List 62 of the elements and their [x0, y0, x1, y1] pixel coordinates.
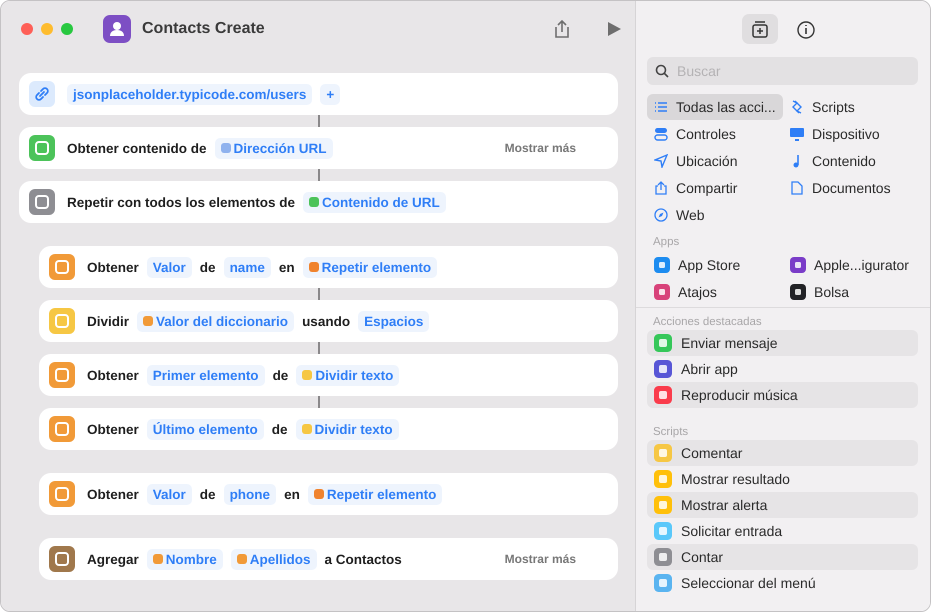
category-icon	[654, 127, 668, 141]
action-item[interactable]: Mostrar alerta	[647, 492, 918, 518]
category-icon	[654, 100, 668, 114]
share-icon	[553, 19, 571, 39]
action-text: usando	[302, 314, 350, 328]
category-item[interactable]: Todas las acci...	[647, 94, 783, 120]
category-item[interactable]: Web	[647, 202, 783, 228]
app-item[interactable]: Apple...igurator	[783, 252, 918, 278]
show-more-link[interactable]: Mostrar más	[504, 552, 576, 566]
section-heading: Acciones destacadas	[653, 316, 763, 328]
action-text: en	[278, 260, 295, 274]
action-item[interactable]: Solicitar entrada	[647, 518, 918, 544]
action-text: de	[200, 260, 216, 274]
window-control-button[interactable]	[61, 23, 73, 35]
category-item[interactable]: Scripts	[783, 94, 918, 120]
category-item[interactable]: Dispositivo	[783, 121, 918, 147]
section-heading: Apps	[653, 236, 680, 248]
plus-box-icon	[750, 18, 770, 40]
app-item[interactable]: App Store	[647, 252, 783, 278]
action-text: Agregar	[87, 552, 139, 566]
action-text: de	[272, 422, 288, 436]
window-control-button[interactable]	[41, 23, 53, 35]
play-icon	[607, 21, 621, 37]
action-text: de	[200, 486, 216, 502]
category-icon	[654, 181, 668, 195]
action-item[interactable]: Comentar	[647, 440, 918, 466]
action-text: Repetir con todos los elementos de	[67, 194, 296, 210]
action-item[interactable]: Contar	[647, 544, 918, 570]
action-text: Obtener contenido de	[67, 140, 207, 156]
action-text: Obtener	[87, 368, 139, 382]
action-text: de	[272, 368, 288, 382]
category-item[interactable]: Ubicación	[647, 148, 783, 174]
action-text: en	[284, 486, 300, 502]
action-item[interactable]: Reproducir música	[647, 382, 918, 408]
category-icon	[654, 154, 668, 168]
action-item[interactable]: Enviar mensaje	[647, 330, 918, 356]
action-text: a Contactos	[324, 552, 402, 566]
app-item[interactable]: Bolsa	[783, 279, 918, 305]
action-item[interactable]: Mostrar resultado	[647, 466, 918, 492]
action-text: Obtener	[87, 486, 139, 502]
action-item[interactable]: Abrir app	[647, 356, 918, 382]
search-icon	[655, 64, 669, 78]
category-item[interactable]: Controles	[647, 121, 783, 147]
category-item[interactable]: Contenido	[783, 148, 918, 174]
section-heading: Scripts	[653, 426, 690, 438]
show-more-link[interactable]: Mostrar más	[504, 141, 576, 155]
category-icon	[654, 208, 668, 222]
window-control-button[interactable]	[21, 23, 33, 35]
person-icon	[103, 15, 131, 43]
category-item[interactable]: Documentos	[783, 175, 918, 201]
action-text: Obtener	[87, 422, 139, 436]
info-icon	[796, 18, 816, 40]
window-title: Contacts Create	[142, 20, 265, 38]
category-item[interactable]: Compartir	[647, 175, 783, 201]
action-text: Obtener	[87, 260, 139, 274]
action-item[interactable]: Seleccionar del menú	[647, 570, 918, 596]
category-icon	[790, 127, 804, 141]
category-icon	[790, 181, 804, 195]
category-icon	[790, 100, 804, 114]
action-text: Dividir	[87, 314, 130, 328]
app-item[interactable]: Atajos	[647, 279, 783, 305]
library-button[interactable]	[742, 14, 778, 44]
